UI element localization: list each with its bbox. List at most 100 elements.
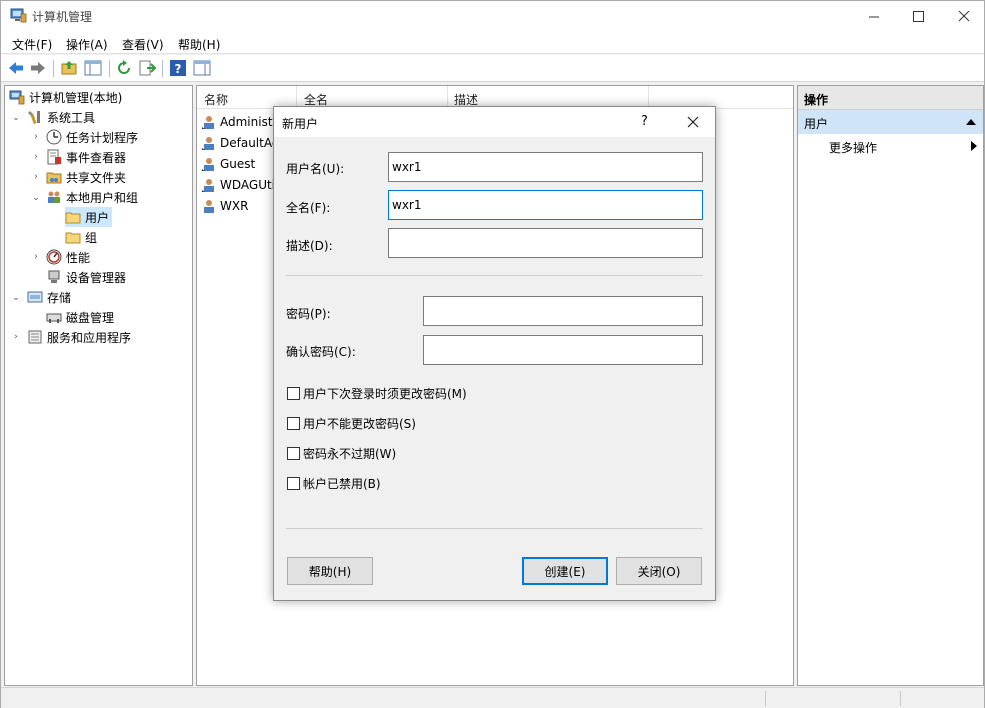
- dialog-close-button[interactable]: [678, 110, 708, 134]
- maximize-icon: [912, 11, 924, 22]
- tree-item-computer-management[interactable]: 计算机管理(本地): [9, 87, 122, 107]
- user-icon: [204, 200, 214, 213]
- dialog-help-button[interactable]: ?: [641, 114, 648, 129]
- minimize-button[interactable]: [851, 1, 897, 32]
- action-section-users[interactable]: 用户: [798, 110, 983, 134]
- status-bar: [1, 687, 984, 708]
- user-icon: [202, 158, 214, 171]
- user-icon: [202, 116, 214, 129]
- column-header-name[interactable]: 名称: [204, 91, 228, 108]
- password-label: 密码(P):: [286, 307, 331, 321]
- fullname-input[interactable]: [388, 190, 703, 220]
- tree-item-shared-folders[interactable]: 共享文件夹: [46, 167, 126, 187]
- chevron-down-icon[interactable]: ⌄: [31, 193, 41, 203]
- submenu-arrow-icon[interactable]: [971, 141, 977, 151]
- password-never-expires-checkbox[interactable]: 密码永不过期(W): [287, 445, 396, 461]
- status-divider: [900, 691, 901, 706]
- chevron-down-icon[interactable]: ⌄: [11, 293, 21, 303]
- svg-text:?: ?: [175, 62, 182, 76]
- must-change-password-checkbox[interactable]: 用户下次登录时须更改密码(M): [287, 385, 467, 401]
- checkbox-box[interactable]: [287, 386, 300, 400]
- table-row[interactable]: Administr: [201, 112, 277, 132]
- tree-item-services-apps[interactable]: 服务和应用程序: [27, 327, 131, 347]
- computer-management-icon: [10, 8, 27, 23]
- chevron-right-icon[interactable]: ›: [31, 152, 41, 162]
- confirm-password-label: 确认密码(C):: [286, 345, 356, 359]
- forward-arrow-icon[interactable]: [29, 59, 47, 77]
- table-row[interactable]: Guest: [201, 154, 255, 174]
- password-input[interactable]: [423, 296, 703, 326]
- more-actions-link[interactable]: 更多操作: [829, 139, 877, 156]
- tree-item-performance[interactable]: 性能: [46, 247, 90, 267]
- table-row[interactable]: DefaultAc: [201, 133, 278, 153]
- refresh-icon[interactable]: [115, 59, 133, 77]
- fullname-label: 全名(F):: [286, 201, 331, 215]
- dialog-divider: [286, 528, 703, 529]
- account-disabled-checkbox[interactable]: 帐户已禁用(B): [287, 475, 381, 491]
- tree-item-task-scheduler[interactable]: 任务计划程序: [46, 127, 138, 147]
- description-input[interactable]: [388, 228, 703, 258]
- tree-item-system-tools[interactable]: 系统工具: [27, 107, 95, 127]
- console-tree: 计算机管理(本地) ⌄ 系统工具 › 任务计划程序 › 事件查看器 › 共享文件…: [4, 85, 193, 686]
- maximize-button[interactable]: [895, 1, 941, 32]
- collapse-up-icon[interactable]: [966, 119, 976, 125]
- tree-item-device-manager[interactable]: 设备管理器: [46, 267, 126, 287]
- up-folder-icon[interactable]: [60, 59, 78, 77]
- username-input[interactable]: [388, 152, 703, 182]
- chevron-right-icon[interactable]: ›: [11, 332, 21, 342]
- clock-icon: [46, 129, 62, 145]
- performance-icon: [46, 249, 62, 265]
- back-arrow-icon[interactable]: [7, 59, 25, 77]
- users-group-icon: [48, 191, 60, 203]
- username-label: 用户名(U):: [286, 162, 345, 176]
- show-action-pane-icon[interactable]: [193, 59, 211, 77]
- tree-item-storage[interactable]: 存储: [27, 287, 71, 307]
- chevron-right-icon[interactable]: ›: [31, 132, 41, 142]
- tree-item-groups[interactable]: 组: [65, 227, 97, 247]
- title-bar: 计算机管理: [1, 1, 984, 32]
- folder-icon: [65, 212, 81, 224]
- show-hide-tree-icon[interactable]: [84, 59, 102, 77]
- minimize-icon: [868, 16, 879, 18]
- menu-action[interactable]: 操作(A): [66, 36, 108, 53]
- menu-view[interactable]: 查看(V): [122, 36, 164, 53]
- create-button[interactable]: 创建(E): [522, 557, 608, 585]
- checkbox-box[interactable]: [287, 476, 300, 490]
- close-icon: [687, 116, 699, 128]
- help-icon[interactable]: ?: [169, 59, 187, 77]
- description-label: 描述(D):: [286, 239, 333, 253]
- cannot-change-password-checkbox[interactable]: 用户不能更改密码(S): [287, 415, 416, 431]
- tree-item-disk-management[interactable]: 磁盘管理: [46, 307, 114, 327]
- table-row[interactable]: WXR: [201, 196, 248, 216]
- close-window-button[interactable]: [941, 1, 985, 32]
- new-user-dialog: 新用户 ? 用户名(U): 全名(F): 描述(D): 密码(P): 确认密码(…: [273, 106, 716, 601]
- folder-icon: [65, 232, 81, 244]
- user-icon: [202, 137, 214, 150]
- tree-item-event-viewer[interactable]: 事件查看器: [46, 147, 126, 167]
- export-list-icon[interactable]: [138, 59, 156, 77]
- toolbar: ?: [1, 55, 984, 82]
- chevron-right-icon[interactable]: ›: [31, 252, 41, 262]
- computer-management-icon: [9, 90, 25, 105]
- help-button[interactable]: 帮助(H): [287, 557, 373, 585]
- tree-item-local-users-groups[interactable]: 本地用户和组: [46, 187, 138, 207]
- table-row[interactable]: WDAGUti: [201, 175, 275, 195]
- checkbox-box[interactable]: [287, 416, 300, 430]
- menu-help[interactable]: 帮助(H): [178, 36, 220, 53]
- menu-bar: 文件(F) 操作(A) 查看(V) 帮助(H): [1, 32, 984, 54]
- chevron-down-icon[interactable]: ⌄: [11, 113, 21, 123]
- menu-file[interactable]: 文件(F): [12, 36, 52, 53]
- user-icon: [202, 179, 214, 192]
- confirm-password-input[interactable]: [423, 335, 703, 365]
- action-pane: 操作 用户 更多操作: [797, 85, 984, 686]
- window-title: 计算机管理: [32, 10, 93, 24]
- dialog-title: 新用户: [282, 117, 319, 131]
- shared-folder-icon: [46, 172, 62, 184]
- disk-icon: [46, 313, 62, 323]
- toolbar-separator: [162, 60, 163, 77]
- tree-item-users[interactable]: 用户: [65, 207, 113, 227]
- close-dialog-button[interactable]: 关闭(O): [616, 557, 702, 585]
- chevron-right-icon[interactable]: ›: [31, 172, 41, 182]
- checkbox-box[interactable]: [287, 446, 300, 460]
- toolbar-separator: [109, 60, 110, 77]
